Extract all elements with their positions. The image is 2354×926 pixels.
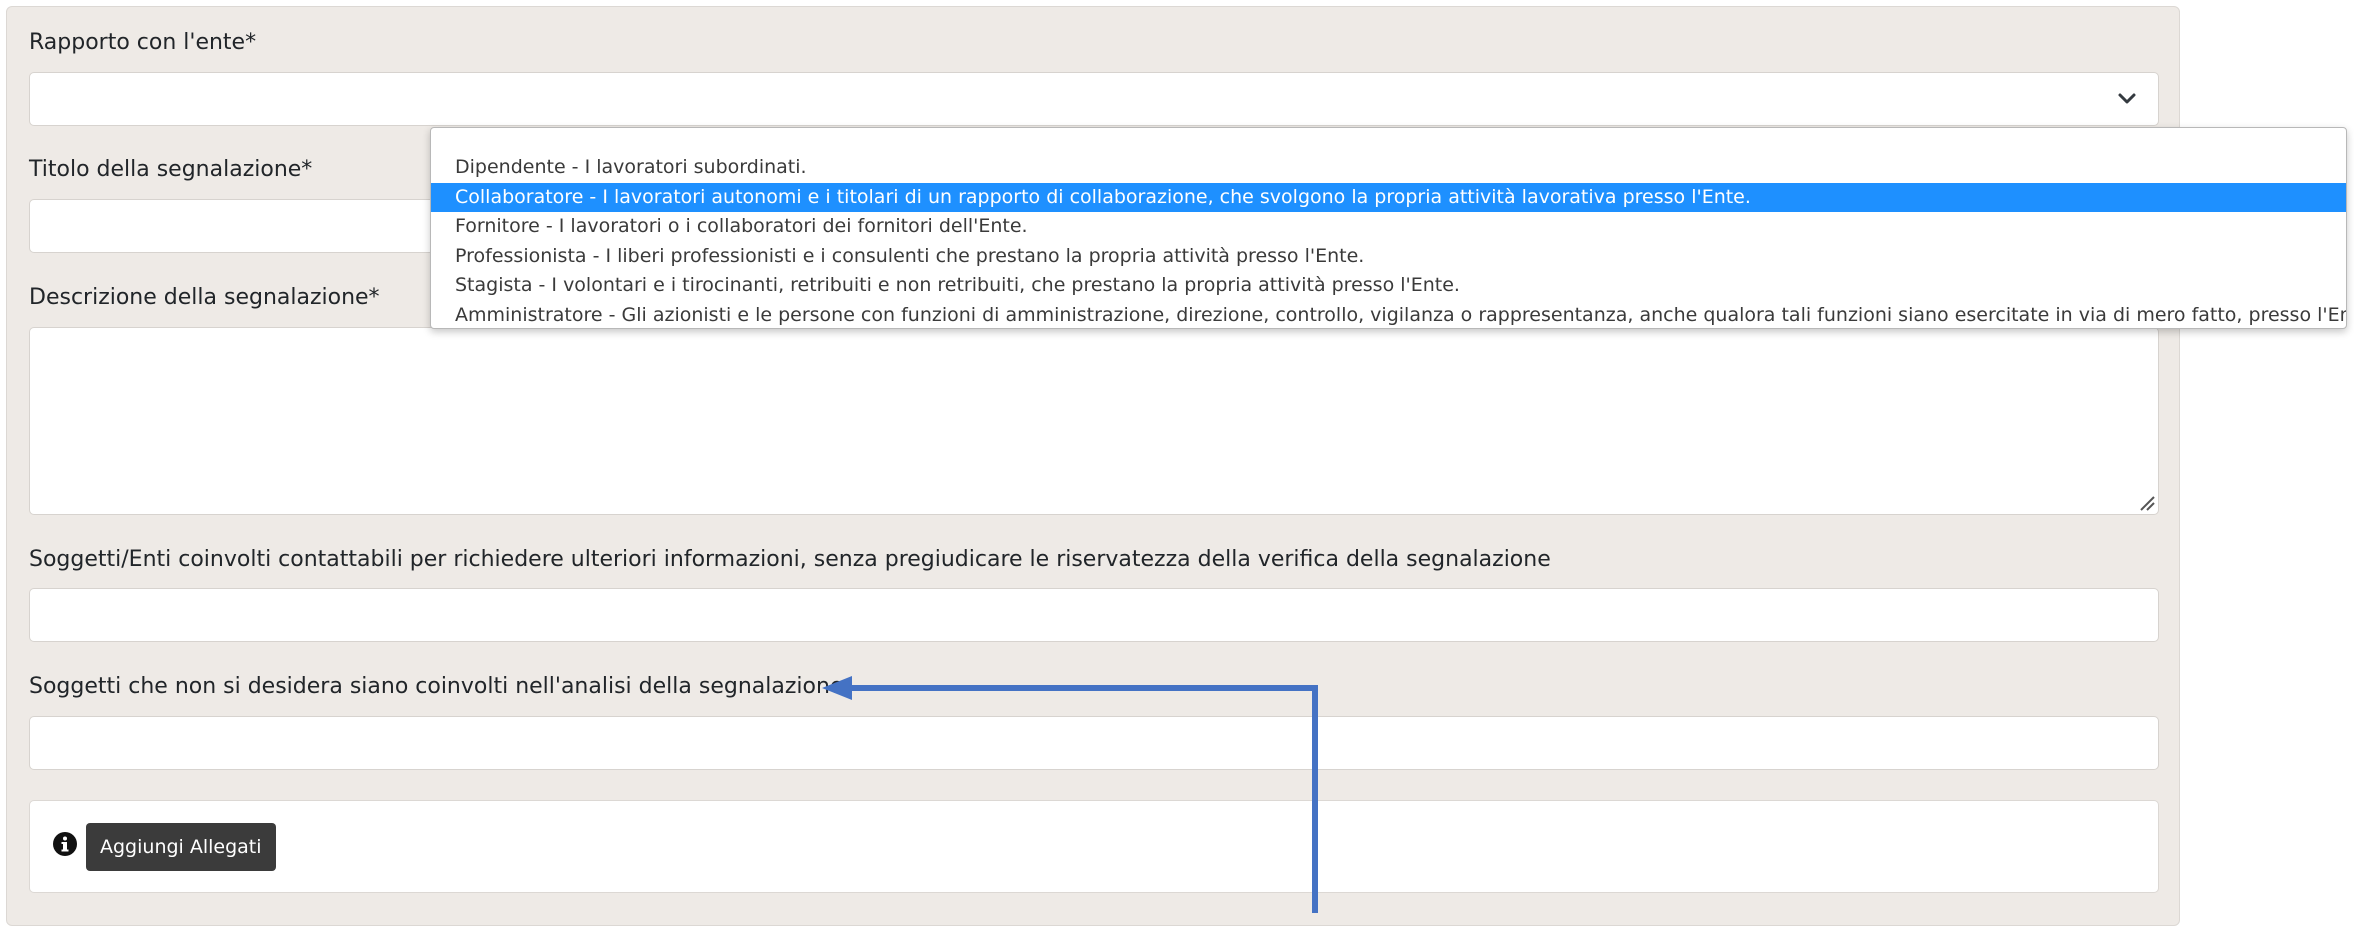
soggetti-coinvolti-label: Soggetti/Enti coinvolti contattabili per…: [29, 547, 1551, 572]
rapporto-dropdown-list[interactable]: Dipendente - I lavoratori subordinati. C…: [430, 127, 2347, 329]
rapporto-select[interactable]: [29, 72, 2159, 126]
add-attachments-button[interactable]: Aggiungi Allegati: [86, 823, 276, 871]
attachments-box: Aggiungi Allegati: [29, 800, 2159, 893]
soggetti-esclusi-label: Soggetti che non si desidera siano coinv…: [29, 674, 844, 699]
dropdown-option-professionista[interactable]: Professionista - I liberi professionisti…: [431, 242, 2346, 272]
info-circle-icon[interactable]: [52, 831, 78, 857]
resize-grip-icon[interactable]: [2137, 493, 2155, 511]
descrizione-textarea[interactable]: [29, 327, 2159, 515]
dropdown-option-collaboratore[interactable]: Collaboratore - I lavoratori autonomi e …: [431, 182, 2346, 212]
soggetti-coinvolti-input[interactable]: [29, 588, 2159, 642]
rapporto-label: Rapporto con l'ente*: [29, 30, 257, 55]
dropdown-option-amministratore[interactable]: Amministratore - Gli azionisti e le pers…: [431, 301, 2346, 329]
dropdown-option-stagista[interactable]: Stagista - I volontari e i tirocinanti, …: [431, 271, 2346, 301]
chevron-down-icon: [2118, 93, 2136, 104]
descrizione-label: Descrizione della segnalazione*: [29, 285, 380, 310]
dropdown-option-dipendente[interactable]: Dipendente - I lavoratori subordinati.: [431, 153, 2346, 183]
dropdown-option-fornitore[interactable]: Fornitore - I lavoratori o i collaborato…: [431, 212, 2346, 242]
titolo-label: Titolo della segnalazione*: [29, 157, 313, 182]
soggetti-esclusi-input[interactable]: [29, 716, 2159, 770]
